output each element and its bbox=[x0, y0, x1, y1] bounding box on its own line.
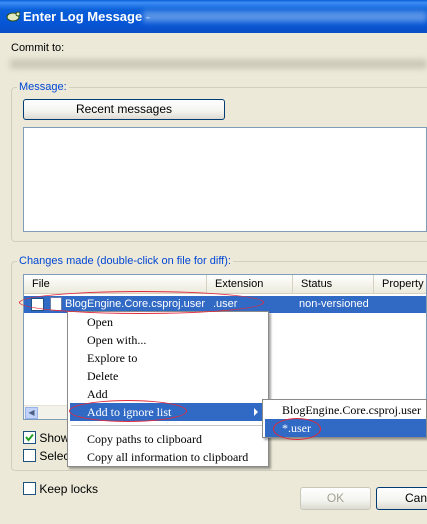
recent-messages-label: Recent messages bbox=[75, 102, 173, 116]
title-bar[interactable]: Enter Log Message - bbox=[0, 0, 427, 33]
ok-label: OK bbox=[326, 491, 345, 505]
row-status: non-versioned bbox=[299, 298, 369, 310]
column-property[interactable]: Property bbox=[374, 275, 426, 294]
changes-legend: Changes made (double-click on file for d… bbox=[17, 255, 233, 267]
tortoise-icon bbox=[6, 11, 20, 22]
window-title: Enter Log Message - bbox=[23, 9, 151, 24]
column-extension[interactable]: Extension bbox=[207, 275, 293, 294]
cancel-button[interactable]: Can bbox=[376, 487, 427, 510]
menu-item-open[interactable]: Open bbox=[70, 313, 266, 331]
recent-messages-button[interactable]: Recent messages bbox=[23, 99, 225, 120]
select-option[interactable]: Select bbox=[23, 448, 73, 463]
menu-item-explore-to[interactable]: Explore to bbox=[70, 349, 266, 367]
show-label: Show bbox=[39, 430, 70, 445]
annotation-ellipse-submenu bbox=[273, 418, 321, 440]
menu-item-delete[interactable]: Delete bbox=[70, 367, 266, 385]
keep-locks-option[interactable]: Keep locks bbox=[23, 481, 98, 496]
select-checkbox[interactable] bbox=[23, 449, 36, 463]
context-menu: Open Open with... Explore to Delete Add … bbox=[67, 311, 269, 467]
list-header: File Extension Status Property bbox=[24, 275, 426, 294]
submenu-arrow-icon bbox=[254, 408, 258, 416]
menu-separator bbox=[71, 425, 265, 426]
checkmark-icon bbox=[25, 434, 34, 442]
title-path-redacted bbox=[143, 11, 427, 22]
submenu-item-filename[interactable]: BlogEngine.Core.csproj.user bbox=[265, 401, 426, 419]
annotation-ellipse-row bbox=[19, 291, 264, 314]
commit-url-redacted bbox=[10, 59, 427, 69]
annotation-ellipse-menu bbox=[69, 400, 187, 422]
menu-item-open-with[interactable]: Open with... bbox=[70, 331, 266, 349]
menu-item-copy-paths[interactable]: Copy paths to clipboard bbox=[70, 430, 266, 448]
keep-locks-checkbox[interactable] bbox=[23, 482, 36, 496]
menu-item-copy-all-info[interactable]: Copy all information to clipboard bbox=[70, 448, 266, 466]
show-option[interactable]: Show bbox=[23, 430, 69, 445]
message-legend: Message: bbox=[17, 81, 69, 93]
message-textarea[interactable] bbox=[23, 127, 427, 232]
commit-to-label: Commit to: bbox=[11, 42, 65, 54]
scroll-left-icon[interactable]: ◀ bbox=[25, 407, 38, 419]
column-status[interactable]: Status bbox=[293, 275, 374, 294]
cancel-label: Can bbox=[405, 491, 427, 505]
ok-button[interactable]: OK bbox=[300, 487, 371, 510]
show-checkbox[interactable] bbox=[23, 431, 36, 445]
keep-locks-label: Keep locks bbox=[39, 481, 99, 496]
